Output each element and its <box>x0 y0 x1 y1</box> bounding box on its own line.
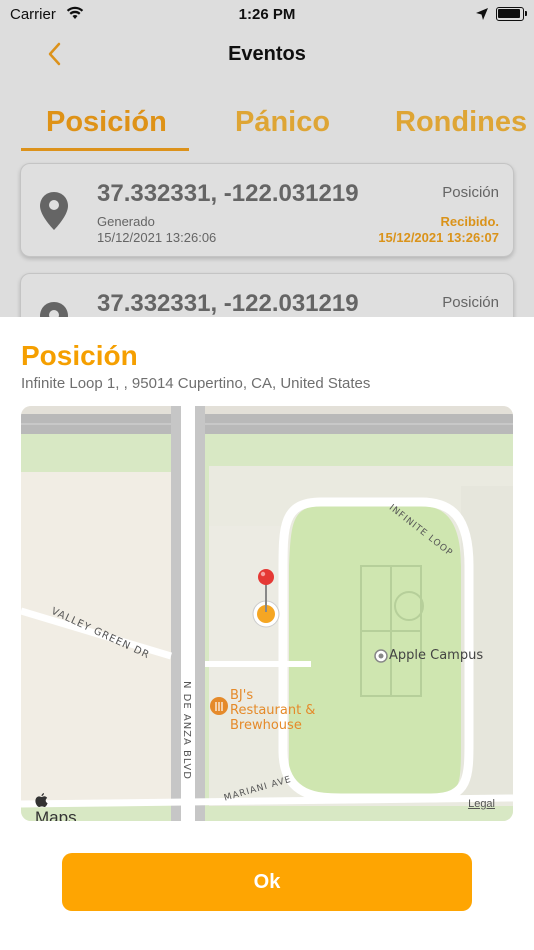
position-detail-sheet: Posición Infinite Loop 1, , 95014 Cupert… <box>0 317 534 950</box>
restaurant-name-line: Restaurant & <box>230 703 316 718</box>
ok-button[interactable]: Ok <box>62 853 472 911</box>
maps-logo-text: Maps <box>35 808 77 821</box>
address-text: Infinite Loop 1, , 95014 Cupertino, CA, … <box>21 375 371 392</box>
apple-logo-icon <box>35 793 48 807</box>
sheet-title: Posición <box>21 340 138 371</box>
restaurant-name-line: BJ's <box>230 688 254 703</box>
map-view[interactable]: Apple Campus BJ's Restaurant & Brewhouse… <box>21 406 513 821</box>
legal-link[interactable]: Legal <box>468 798 495 810</box>
maps-logo: Maps <box>35 793 77 821</box>
restaurant-name-line: Brewhouse <box>230 718 302 733</box>
map-label-apple-campus: Apple Campus <box>389 648 484 663</box>
map-label-restaurant[interactable]: BJ's Restaurant & Brewhouse <box>230 688 315 733</box>
map-canvas <box>21 406 513 821</box>
map-label-de-anza-blvd: N DE ANZA BLVD <box>181 681 192 780</box>
